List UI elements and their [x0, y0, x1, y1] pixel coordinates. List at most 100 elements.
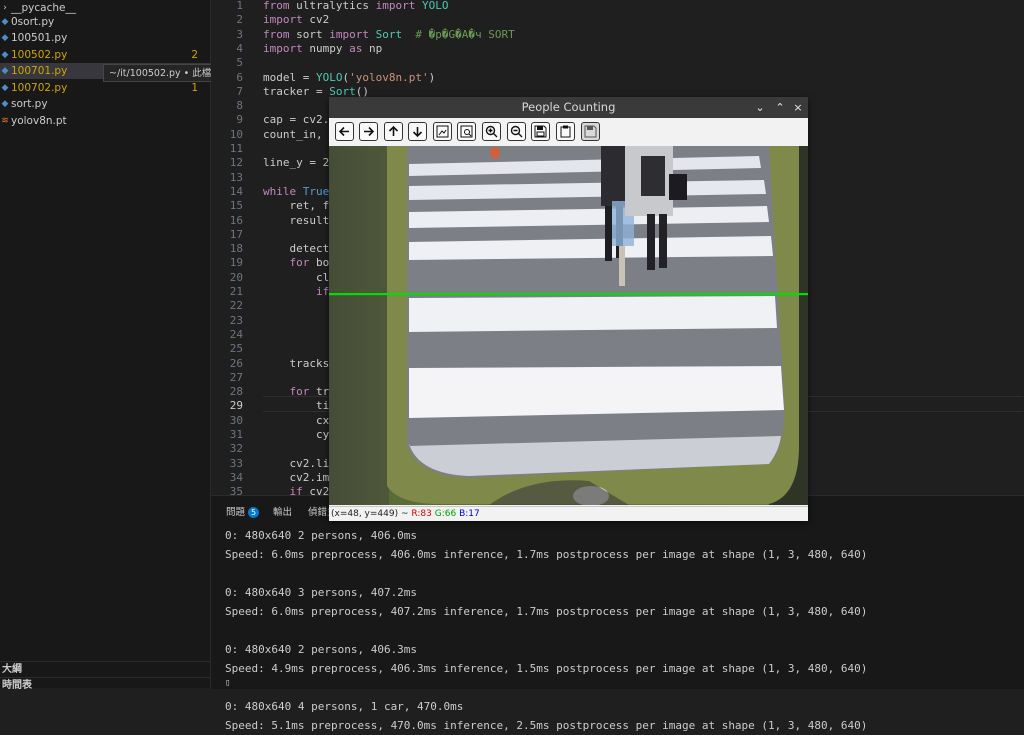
line-number: 31 [229, 428, 243, 441]
status-bar: (x=48, y=449) ~ R:83 G:66 B:17 [329, 506, 808, 521]
python-file-icon: ◆ [1, 17, 9, 27]
code-line[interactable]: detecti [263, 242, 335, 256]
line-number: 7 [236, 84, 243, 98]
code-line[interactable]: if [263, 285, 329, 299]
code-line[interactable]: line_y = 20 [263, 156, 336, 170]
terminal-line: 0: 480x640 2 persons, 406.3ms [225, 643, 418, 656]
line-number: 1 [236, 0, 243, 12]
explorer-item-100501[interactable]: ◆ 100501.py [0, 30, 210, 46]
terminal-line: 0: 480x640 2 persons, 406.0ms [225, 529, 418, 542]
file-name: 100701.py [11, 65, 68, 77]
explorer-item-sort[interactable]: ◆ sort.py [0, 96, 210, 112]
arrow-left-icon[interactable] [335, 122, 354, 141]
code-line[interactable]: cx [263, 414, 329, 428]
line-number: 9 [236, 113, 243, 127]
line-number: 10 [229, 127, 243, 141]
properties-icon[interactable] [581, 122, 600, 141]
bottom-panel: 問題 5 輸出 偵錯主 0: 480x640 2 persons, 406.0ms… [211, 495, 1024, 732]
line-number: 18 [229, 242, 243, 256]
python-file-icon: ◆ [1, 99, 9, 109]
explorer-item-0sort[interactable]: ◆ 0sort.py [0, 14, 210, 30]
line-number: 21 [229, 285, 243, 298]
zoom-image-icon[interactable] [457, 122, 476, 141]
pixel-blue-value: B:17 [459, 509, 480, 519]
line-number: 26 [229, 356, 243, 370]
arrow-up-icon[interactable] [384, 122, 403, 141]
copy-clipboard-icon[interactable] [556, 122, 575, 141]
line-number: 23 [229, 313, 243, 327]
line-number: 12 [229, 156, 243, 170]
file-name: yolov8n.pt [11, 115, 67, 127]
arrow-right-icon[interactable] [359, 122, 378, 141]
line-number: 25 [229, 342, 243, 356]
code-line[interactable]: model = YOLO('yolov8n.pt') [263, 71, 435, 85]
rss-icon: ≋ [1, 116, 9, 126]
outline-section[interactable]: 大綱 [0, 661, 210, 677]
line-number: 5 [236, 56, 243, 70]
explorer-item-yolov8n[interactable]: ≋ yolov8n.pt [0, 113, 210, 129]
line-number: 3 [236, 27, 243, 41]
code-line[interactable]: tic [263, 399, 336, 413]
line-number: 16 [229, 213, 243, 227]
pixel-red-value: R:83 [411, 509, 432, 519]
problem-count-badge: 1 [191, 82, 198, 94]
code-line[interactable]: for tra [263, 385, 336, 399]
arrow-down-icon[interactable] [408, 122, 427, 141]
minimize-button[interactable]: ⌄ [753, 100, 767, 115]
problems-count-badge: 5 [248, 507, 260, 518]
terminal-line: 0: 480x640 4 persons, 1 car, 470.0ms [225, 700, 464, 713]
line-number: 27 [229, 370, 243, 384]
explorer-item-100702[interactable]: ◆ 100702.py 1 [0, 80, 210, 96]
save-icon[interactable] [531, 122, 550, 141]
code-line[interactable]: from ultralytics import YOLO [263, 0, 448, 13]
zoom-in-icon[interactable] [482, 122, 501, 141]
code-line[interactable]: results [263, 214, 335, 228]
code-line[interactable]: ret, fr [263, 199, 335, 213]
line-number: 34 [229, 470, 243, 484]
crosswalk-image [329, 146, 808, 505]
code-line[interactable]: cap = cv2.V [263, 113, 336, 127]
counting-line [329, 293, 808, 296]
line-number: 20 [229, 270, 243, 284]
file-name: 100501.py [11, 32, 68, 44]
line-number: 22 [229, 299, 243, 313]
problem-count-badge: 2 [191, 49, 198, 61]
pixel-green-value: G:66 [434, 509, 457, 519]
code-line[interactable]: import numpy as np [263, 42, 382, 56]
line-number: 29 [229, 399, 243, 413]
people-counting-window[interactable]: People Counting ⌄ ⌃ × (x=48, y=449) ~ R:… [329, 97, 808, 521]
line-number: 19 [229, 256, 243, 270]
camera-frame[interactable] [329, 146, 808, 505]
window-titlebar[interactable]: People Counting ⌄ ⌃ × [329, 97, 808, 118]
tab-problems[interactable]: 問題 5 [226, 504, 260, 518]
code-line[interactable]: cv2.lin [263, 457, 335, 471]
terminal-line: Speed: 4.9ms preprocess, 406.3ms inferen… [225, 662, 868, 675]
code-line[interactable]: from sort import Sort # �p�G�A�ч SORT [263, 28, 515, 42]
line-number: 8 [236, 99, 243, 113]
terminal-cursor: ▯ [225, 678, 231, 688]
code-line[interactable]: import cv2 [263, 13, 329, 27]
code-line[interactable]: for box [263, 256, 336, 270]
python-file-icon: ◆ [1, 50, 9, 60]
explorer-sidebar: › __pycache__ ◆ 0sort.py ◆ 100501.py ◆ 1… [0, 0, 211, 691]
line-number: 2 [236, 13, 243, 27]
python-file-icon: ◆ [1, 83, 9, 93]
maximize-button[interactable]: ⌃ [773, 100, 787, 115]
line-number: 11 [229, 142, 243, 155]
zoom-fit-icon[interactable] [433, 122, 452, 141]
close-button[interactable]: × [791, 100, 805, 115]
explorer-item-100502[interactable]: ◆ 100502.py 2 [0, 47, 210, 63]
tab-output[interactable]: 輸出 [273, 504, 292, 518]
line-number: 33 [229, 456, 243, 470]
code-line[interactable]: tracks [263, 357, 329, 371]
code-line[interactable]: cls [263, 271, 336, 285]
timeline-section[interactable]: 時間表 [0, 677, 210, 693]
code-line[interactable]: cv2.ims [263, 471, 335, 485]
terminal-line: Speed: 6.0ms preprocess, 406.0ms inferen… [225, 548, 868, 561]
code-line[interactable]: cy [263, 428, 329, 442]
code-line[interactable]: count_in, c [263, 128, 336, 142]
code-line[interactable]: while True: [263, 185, 336, 199]
image-toolbar [329, 118, 808, 146]
python-file-icon: ◆ [1, 66, 9, 76]
zoom-out-icon[interactable] [507, 122, 526, 141]
